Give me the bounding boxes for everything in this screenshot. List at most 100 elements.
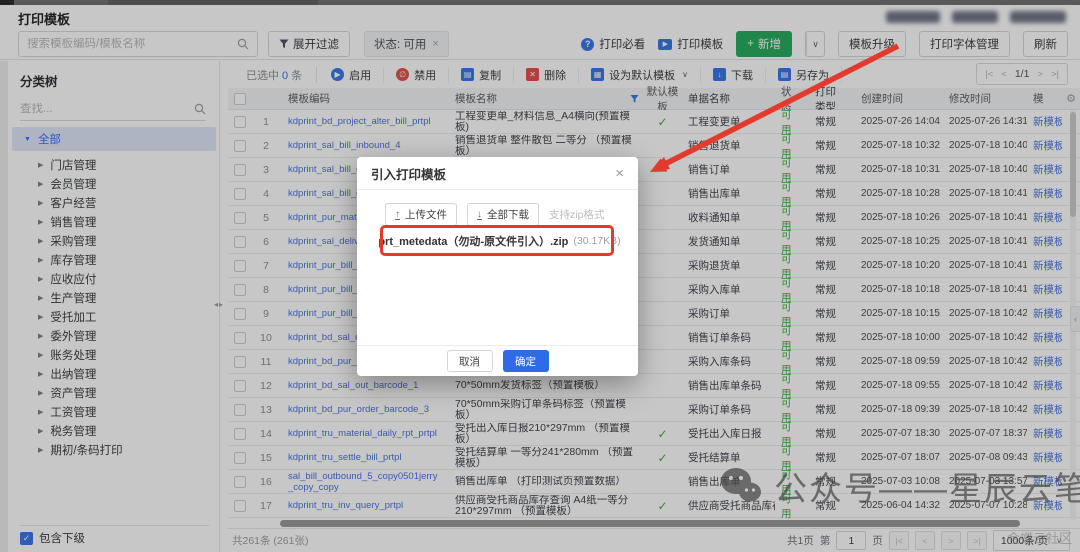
table-row[interactable]: 10 kdprint_bd_sal_order_ 销售订单条码 可用 常规 20… — [228, 325, 1080, 352]
template-code-link[interactable]: kdprint_tru_material_daily_rpt_prtpl — [280, 428, 447, 439]
download-all-button[interactable]: ↓ 全部下载 — [467, 203, 539, 226]
sidebar-resize-handle[interactable]: ◂▸ — [214, 300, 224, 309]
redacted-item[interactable] — [952, 11, 998, 23]
table-row[interactable]: 13 kdprint_bd_pur_order_barcode_3 70*50m… — [228, 397, 1080, 424]
template-code-link[interactable]: kdprint_bd_project_alter_bill_prtpl — [280, 116, 447, 127]
caret-right-icon[interactable]: ▶ — [38, 446, 43, 454]
add-template-button[interactable]: + 新增 — [736, 31, 792, 57]
print-must-read-link[interactable]: ? 打印必看 — [581, 36, 645, 52]
caret-down-icon[interactable]: ▼ — [24, 136, 31, 143]
sidebar-category-item[interactable]: ▶ 资产管理 — [8, 383, 220, 402]
redacted-item[interactable] — [886, 11, 940, 23]
col-header-name[interactable]: 模板名称 — [447, 91, 645, 106]
tree-search[interactable] — [20, 97, 206, 121]
row-checkbox[interactable] — [228, 475, 252, 488]
bulk-action-save-as[interactable]: ▤ 另存为 — [766, 66, 842, 83]
table-row[interactable]: 6 kdprint_sal_delivery_ 发货通知单 可用 常规 2025… — [228, 229, 1080, 256]
caret-right-icon[interactable]: ▶ — [38, 313, 43, 321]
sidebar-category-item[interactable]: ▶ 门店管理 — [8, 155, 220, 174]
caret-right-icon[interactable]: ▶ — [38, 218, 43, 226]
caret-right-icon[interactable]: ▶ — [38, 180, 43, 188]
sidebar-category-item[interactable]: ▶ 会员管理 — [8, 174, 220, 193]
row-checkbox[interactable] — [228, 163, 252, 176]
table-row[interactable]: 12 kdprint_bd_sal_out_barcode_1 70*50mm发… — [228, 373, 1080, 400]
new-template-link[interactable]: 新模板 — [1027, 378, 1062, 393]
sidebar-category-item[interactable]: ▶ 期初/条码打印 — [8, 440, 220, 459]
next-page-icon[interactable]: > — [940, 531, 961, 550]
col-header-default[interactable]: 默认模板 — [645, 84, 680, 114]
row-checkbox[interactable] — [228, 379, 252, 392]
template-code-link[interactable]: kdprint_bd_pur_order_barcode_3 — [280, 404, 447, 415]
bulk-action-download[interactable]: ↓ 下载 — [701, 66, 766, 83]
col-header-bill[interactable]: 单据名称 — [680, 91, 775, 106]
caret-right-icon[interactable]: ▶ — [38, 370, 43, 378]
row-checkbox[interactable] — [228, 187, 252, 200]
print-font-manage-button[interactable]: 打印字体管理 — [919, 31, 1010, 57]
template-upgrade-button[interactable]: 模板升级 — [838, 31, 906, 57]
caret-right-icon[interactable]: ▶ — [38, 389, 43, 397]
caret-right-icon[interactable]: ▶ — [38, 256, 43, 264]
bulk-action-enable[interactable]: ▶ 启用 — [319, 66, 385, 83]
col-header-type[interactable]: 打印类型 — [807, 84, 853, 114]
row-checkbox[interactable] — [228, 115, 252, 128]
row-checkbox[interactable] — [228, 499, 252, 512]
first-page-icon[interactable]: |< — [888, 531, 909, 550]
table-row[interactable]: 11 kdprint_bd_pur_barc 采购入库条码 可用 常规 2025… — [228, 349, 1080, 376]
upload-file-button[interactable]: ↑ 上传文件 — [385, 203, 457, 226]
row-checkbox[interactable] — [228, 235, 252, 248]
table-row[interactable]: 8 kdprint_pur_bill_inbo 采购入库单 可用 常规 2025… — [228, 277, 1080, 304]
row-checkbox[interactable] — [228, 259, 252, 272]
first-page-icon[interactable]: |< — [985, 69, 993, 80]
new-template-link[interactable]: 新模板 — [1027, 258, 1062, 273]
sidebar-category-item[interactable]: ▶ 采购管理 — [8, 231, 220, 250]
caret-right-icon[interactable]: ▶ — [38, 275, 43, 283]
table-row[interactable]: 5 kdprint_pur_mat_rec_ 收料通知单 可用 常规 2025-… — [228, 205, 1080, 232]
column-settings-gear-icon[interactable]: ⚙ — [1062, 92, 1080, 105]
horizontal-scrollbar-thumb[interactable] — [280, 520, 1020, 527]
new-template-link[interactable]: 新模板 — [1027, 402, 1062, 417]
import-dropdown-button[interactable]: ∨ — [806, 32, 824, 56]
caret-right-icon[interactable]: ▶ — [38, 237, 43, 245]
status-filter-tag[interactable]: 状态: 可用 × — [364, 31, 449, 57]
row-checkbox[interactable] — [228, 355, 252, 368]
sidebar-category-item[interactable]: ▶ 销售管理 — [8, 212, 220, 231]
new-template-link[interactable]: 新模板 — [1027, 186, 1062, 201]
caret-right-icon[interactable]: ▶ — [38, 427, 43, 435]
row-checkbox[interactable] — [228, 427, 252, 440]
col-header-modified[interactable]: 修改时间 — [941, 91, 1027, 106]
bulk-action-delete[interactable]: ✕ 删除 — [514, 66, 580, 83]
table-row[interactable]: 3 kdprint_sal_bill_order 销售订单 可用 常规 2025… — [228, 157, 1080, 184]
next-page-icon[interactable]: > — [1037, 69, 1043, 80]
select-all-checkbox[interactable] — [228, 92, 252, 105]
sidebar-category-item[interactable]: ▶ 应收应付 — [8, 269, 220, 288]
table-row[interactable]: 7 kdprint_pur_bill_outb 采购退货单 可用 常规 2025… — [228, 253, 1080, 280]
sidebar-category-item[interactable]: ▶ 工资管理 — [8, 402, 220, 421]
row-checkbox[interactable] — [228, 139, 252, 152]
sidebar-category-item[interactable]: ▶ 受托加工 — [8, 307, 220, 326]
table-row[interactable]: 4 kdprint_sal_bill_outbo 销售出库单 可用 常规 202… — [228, 181, 1080, 208]
bulk-action-copy[interactable]: ▤ 复制 — [449, 66, 515, 83]
template-search[interactable] — [18, 31, 258, 57]
last-page-icon[interactable]: >| — [966, 531, 987, 550]
sidebar-category-item[interactable]: ▶ 客户经营 — [8, 193, 220, 212]
new-template-link[interactable]: 新模板 — [1027, 162, 1062, 177]
expand-filter-button[interactable]: 展开过滤 — [268, 31, 350, 57]
tree-search-input[interactable] — [20, 102, 194, 115]
sidebar-category-item[interactable]: ▶ 账务处理 — [8, 345, 220, 364]
template-code-link[interactable]: kdprint_tru_settle_bill_prtpl — [280, 452, 447, 463]
new-template-link[interactable]: 新模板 — [1027, 330, 1062, 345]
sidebar-category-item[interactable]: ▶ 税务管理 — [8, 421, 220, 440]
sidebar-category-item[interactable]: ▶ 库存管理 — [8, 250, 220, 269]
row-checkbox[interactable] — [228, 331, 252, 344]
caret-right-icon[interactable]: ▶ — [38, 332, 43, 340]
row-checkbox[interactable] — [228, 403, 252, 416]
include-sub-checkbox-row[interactable]: ✓ 包含下级 — [20, 530, 85, 546]
row-checkbox[interactable] — [228, 451, 252, 464]
caret-right-icon[interactable]: ▶ — [38, 351, 43, 359]
refresh-button[interactable]: 刷新 — [1023, 31, 1068, 57]
row-checkbox[interactable] — [228, 283, 252, 296]
page-number-input[interactable] — [836, 531, 867, 550]
caret-right-icon[interactable]: ▶ — [38, 199, 43, 207]
close-icon[interactable]: × — [615, 166, 624, 181]
table-row[interactable]: 2 kdprint_sal_bill_inbound_4 销售退货单 整件散包 … — [228, 133, 1080, 160]
